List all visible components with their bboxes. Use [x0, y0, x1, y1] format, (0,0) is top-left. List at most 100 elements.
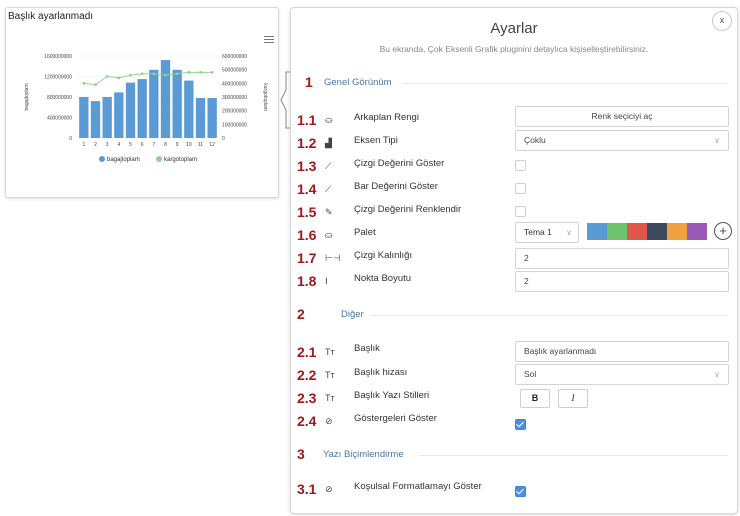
section-title-text-formatting: Yazı Biçimlendirme: [323, 449, 404, 460]
x-tick-label: 5: [129, 142, 132, 148]
y-right-tick-label: 600000000: [222, 54, 247, 60]
bar: [125, 82, 136, 138]
italic-button[interactable]: I: [558, 389, 588, 408]
line-point: [187, 71, 191, 74]
y-right-tick-label: 100000000: [222, 122, 247, 128]
row-number: 1.5: [297, 204, 317, 220]
bar: [184, 80, 194, 138]
row-label-title-font-styles: Başlık Yazı Stilleri: [354, 390, 430, 401]
brush-icon: ✎: [325, 207, 333, 217]
row-label-point-size: Nokta Boyutu: [354, 273, 412, 284]
row-number: 1.2: [297, 135, 317, 151]
section-divider: [403, 83, 728, 84]
row-label-show-line-value: Çizgi Değerini Göster: [354, 158, 445, 169]
palette-swatch[interactable]: [667, 223, 687, 240]
row-label-show-conditional-formatting: Koşulsal Formatlamayı Göster: [354, 481, 482, 492]
line-chart-icon: ⟋: [325, 184, 332, 194]
axis-type-select[interactable]: Çoklu ∨: [515, 130, 729, 151]
point-size-input[interactable]: 2: [515, 271, 729, 292]
bar: [172, 69, 182, 138]
y-right-tick-label: 300000000: [222, 95, 247, 101]
bar: [160, 60, 171, 138]
palette-swatch[interactable]: [647, 223, 667, 240]
row-label-background-color: Arkaplan Rengi: [354, 112, 419, 123]
legend-marker: [99, 156, 105, 162]
row-number: 2.3: [297, 390, 317, 406]
x-tick-label: 4: [117, 142, 120, 148]
section-number: 3: [297, 446, 305, 462]
row-number: 1.6: [297, 227, 317, 243]
section-title-general: Genel Görünüm: [324, 77, 392, 88]
row-number: 1.4: [297, 181, 317, 197]
y-left-axis-label: bagajtoplam: [24, 83, 30, 110]
show-line-value-checkbox[interactable]: [515, 160, 526, 171]
x-tick-label: 7: [152, 142, 155, 148]
line-point: [210, 71, 214, 74]
legend-label: bagajtoplam: [107, 157, 140, 163]
section-number: 2: [297, 306, 305, 322]
add-color-button[interactable]: +: [714, 222, 732, 240]
line-point: [152, 72, 156, 76]
title-value: Başlık ayarlanmadı: [524, 346, 597, 356]
line-point: [105, 75, 109, 78]
line-width-value: 2: [524, 253, 529, 263]
legend-marker: [156, 156, 162, 162]
line-point: [175, 72, 179, 76]
section-divider: [371, 315, 728, 316]
bar: [207, 98, 217, 138]
row-number: 1.7: [297, 250, 317, 266]
bar: [114, 92, 124, 138]
show-conditional-formatting-checkbox[interactable]: [515, 486, 526, 497]
palette-swatch[interactable]: [607, 223, 627, 240]
line-point: [140, 72, 144, 76]
show-bar-value-checkbox[interactable]: [515, 183, 526, 194]
x-tick-label: 3: [106, 142, 109, 148]
title-alignment-select[interactable]: Sol ∨: [515, 364, 729, 385]
row-label-line-width: Çizgi Kalınlığı: [354, 250, 413, 261]
y-left-tick-label: 400000000: [47, 116, 72, 122]
open-color-picker-button[interactable]: Renk seçiciyi aç: [515, 106, 729, 127]
row-label-show-legends: Göstergeleri Göster: [354, 413, 437, 424]
palette-theme-select[interactable]: Tema 1 ∨: [515, 222, 579, 243]
close-button[interactable]: x: [712, 11, 732, 31]
y-left-tick-label: 0: [69, 136, 72, 142]
row-number: 2.4: [297, 413, 317, 429]
row-label-palette: Palet: [354, 227, 376, 238]
line-point: [164, 73, 167, 77]
y-right-tick-label: 200000000: [222, 109, 247, 115]
chart-card: Başlık ayarlanmadı 0 400000000 800000000 12…: [5, 7, 279, 198]
bold-button[interactable]: B: [520, 389, 550, 408]
y-left-tick-label: 800000000: [47, 95, 72, 101]
line-point: [117, 76, 121, 80]
line-width-input[interactable]: 2: [515, 248, 729, 269]
row-number: 1.1: [297, 112, 317, 128]
bar-chart-icon: ▟: [325, 138, 332, 148]
line-point: [129, 73, 132, 77]
multi-axis-chart: 0400000000800000000120000000016000000000…: [24, 54, 268, 163]
show-legends-checkbox[interactable]: [515, 419, 526, 430]
panel-subtitle: Bu ekranda, Çok Eksenli Grafik pluginini…: [379, 44, 649, 54]
row-label-title: Başlık: [354, 343, 380, 354]
title-input[interactable]: Başlık ayarlanmadı: [515, 341, 729, 362]
bar: [102, 97, 112, 138]
text-cursor-icon: Ⅰ: [325, 276, 328, 286]
paint-bucket-icon: ⛀: [325, 230, 333, 240]
bar: [149, 69, 159, 138]
x-tick-label: 10: [186, 142, 192, 148]
x-tick-label: 1: [82, 142, 85, 148]
row-number: 2.2: [297, 367, 317, 383]
title-alignment-value: Sol: [524, 369, 537, 379]
text-size-icon: Tт: [325, 370, 335, 380]
y-right-axis-label: kargotoplam: [262, 83, 268, 111]
palette-swatch[interactable]: [587, 223, 607, 240]
x-tick-label: 6: [141, 142, 144, 148]
point-size-value: 2: [524, 276, 529, 286]
row-label-axis-type: Eksen Tipi: [354, 135, 398, 146]
palette-theme-value: Tema 1: [524, 227, 552, 237]
color-line-value-checkbox[interactable]: [515, 206, 526, 217]
bar: [90, 101, 101, 138]
x-tick-label: 12: [209, 142, 215, 148]
palette-swatch[interactable]: [627, 223, 647, 240]
palette-swatch[interactable]: [687, 223, 707, 240]
y-right-tick-label: 0: [222, 136, 225, 142]
